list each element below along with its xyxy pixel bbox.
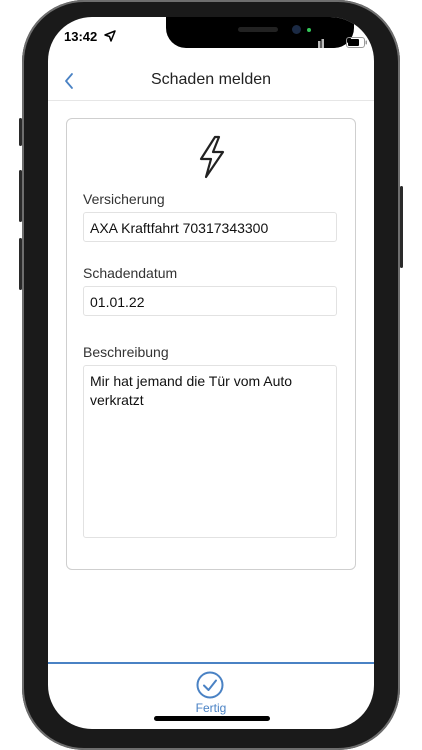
checkmark-circle-icon <box>196 671 224 699</box>
volume-up-button <box>19 170 22 222</box>
status-time: 13:42 <box>64 29 98 44</box>
damage-date-label: Schadendatum <box>83 265 178 281</box>
camera-indicator-dot <box>307 28 311 32</box>
power-button <box>400 186 403 268</box>
lightning-bolt-icon <box>199 135 225 179</box>
signal-icon <box>311 39 324 48</box>
screen: 13:42 Schaden melden Versicherung AXA Kr… <box>48 17 374 729</box>
insurance-field[interactable]: AXA Kraftfahrt 70317343300 <box>83 212 337 242</box>
mute-switch <box>19 118 22 146</box>
done-button-label: Fertig <box>195 701 227 715</box>
speaker <box>238 27 278 32</box>
wifi-icon <box>328 37 342 48</box>
description-label: Beschreibung <box>83 344 169 360</box>
claim-form-card: Versicherung AXA Kraftfahrt 70317343300 … <box>66 118 356 570</box>
insurance-label: Versicherung <box>83 191 165 207</box>
description-textarea[interactable]: Mir hat jemand die Tür vom Auto verkratz… <box>83 365 337 538</box>
footer-divider <box>48 662 374 664</box>
navigation-bar: Schaden melden <box>48 64 374 101</box>
notch <box>166 17 354 48</box>
battery-icon <box>346 37 367 48</box>
volume-down-button <box>19 238 22 290</box>
done-button[interactable]: Fertig <box>181 671 241 717</box>
location-arrow-icon <box>104 30 116 42</box>
camera <box>292 25 301 34</box>
page-title: Schaden melden <box>150 71 272 88</box>
damage-date-field[interactable]: 01.01.22 <box>83 286 337 316</box>
home-indicator[interactable] <box>154 716 270 721</box>
